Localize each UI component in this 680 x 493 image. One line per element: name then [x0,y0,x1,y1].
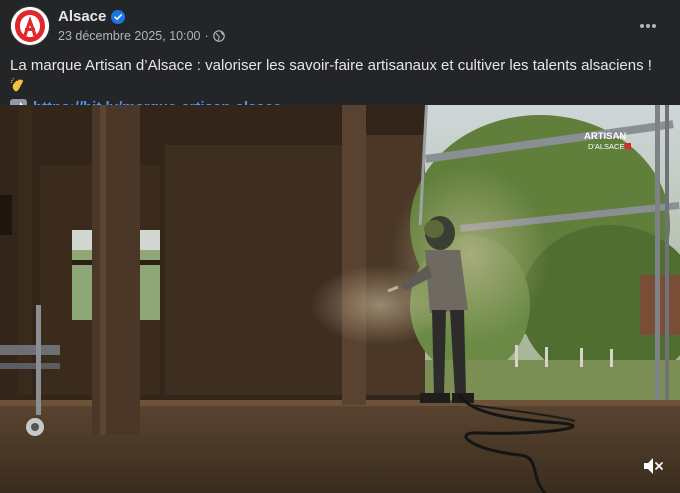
globe-icon[interactable] [212,30,225,42]
page-avatar[interactable] [10,6,50,46]
alsace-logo-icon [11,7,49,45]
speaker-muted-icon [644,458,663,474]
facebook-post: Alsace 23 décembre 2025, 10:00 · La marq… [0,0,680,493]
watermark-line2: D'ALSACE [588,142,624,151]
watermark-line1: ARTISAN [584,131,626,142]
meta-separator: · [204,29,209,43]
page-name-label[interactable]: Alsace [58,8,106,25]
post-header: Alsace 23 décembre 2025, 10:00 · [10,6,670,46]
mute-button[interactable] [640,453,666,479]
more-options-icon [640,24,656,28]
post-date[interactable]: 23 décembre 2025, 10:00 [58,29,200,43]
clapping-hands-emoji [10,77,24,92]
post-message: La marque Artisan d’Alsace : valoriser l… [10,57,652,74]
verified-badge-icon [111,9,126,24]
artisan-dalsace-watermark: ARTISAN D'ALSACE [584,131,631,151]
video-frame [0,105,680,493]
page-name[interactable]: Alsace [58,8,126,25]
video-player[interactable]: ARTISAN D'ALSACE [0,105,680,493]
more-options-button[interactable] [634,12,662,40]
post-meta: 23 décembre 2025, 10:00 · [58,29,225,43]
